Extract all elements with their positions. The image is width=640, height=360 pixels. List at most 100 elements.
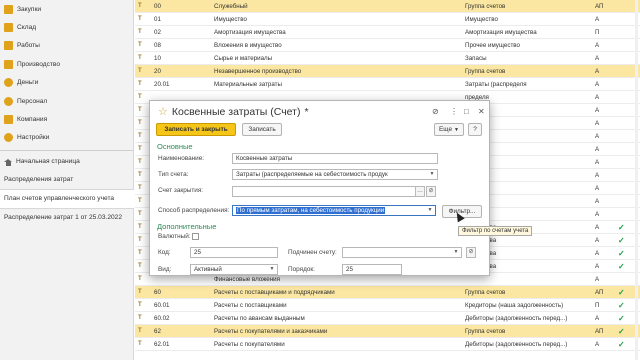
- account-icon: T: [138, 237, 142, 243]
- account-type: Дебиторы (задолженность перед...): [465, 314, 568, 322]
- account-ap: А: [595, 15, 600, 23]
- sidebar-item-label: Деньги: [17, 79, 39, 87]
- save-button[interactable]: Записать: [242, 123, 282, 136]
- table-row[interactable]: T 60.02 Расчеты по авансам выданным Дебитор…: [135, 312, 640, 325]
- link-icon[interactable]: ⊘: [432, 107, 439, 116]
- cart-icon: [4, 4, 13, 14]
- account-type-select[interactable]: Затраты (распределяемые на себестоимость…: [232, 169, 438, 180]
- account-type: Группа счетов: [465, 67, 506, 75]
- favorite-star-icon[interactable]: ☆: [158, 105, 168, 118]
- dialog-title-text: Косвенные затраты (Счет): [171, 105, 301, 118]
- sidebar-item-settings[interactable]: Настройки: [0, 129, 133, 147]
- tab-cost-distribution-doc[interactable]: Распределение затрат 1 от 25.03.2022: [0, 209, 133, 227]
- sidebar-item-warehouse[interactable]: Склад: [0, 18, 133, 36]
- account-icon: T: [138, 224, 142, 230]
- checkmark-icon: ✓: [618, 326, 625, 336]
- account-icon: T: [138, 107, 142, 113]
- help-button[interactable]: ?: [468, 123, 482, 136]
- table-row[interactable]: T 10 Сырье и материалы Запасы А: [135, 52, 640, 65]
- account-code: 60.01: [154, 301, 170, 309]
- account-icon: T: [138, 289, 142, 295]
- account-icon: T: [138, 55, 142, 61]
- code-field[interactable]: 25: [190, 247, 278, 258]
- table-row[interactable]: T 20 Незавершенное производство Группа счет…: [135, 65, 640, 78]
- close-icon[interactable]: ✕: [478, 107, 485, 116]
- account-ap: А: [595, 262, 600, 270]
- account-icon: T: [138, 302, 142, 308]
- table-row[interactable]: T 60.01 Расчеты с поставщиками Кредиторы (н…: [135, 299, 640, 312]
- account-ap: АП: [595, 288, 604, 296]
- account-ap: А: [595, 158, 600, 166]
- account-name: Сырье и материалы: [214, 54, 273, 62]
- account-ap: А: [595, 80, 600, 88]
- parent-account-select[interactable]: ▼: [342, 247, 462, 258]
- name-label: Наименование:: [158, 155, 205, 162]
- account-ap: А: [595, 132, 600, 140]
- account-ap: А: [595, 145, 600, 153]
- account-code: 20.01: [154, 80, 170, 88]
- sidebar: Закупки Склад Работы Производство Деньги…: [0, 0, 134, 360]
- table-row[interactable]: T 20.01 Материальные затраты Затраты (распр…: [135, 78, 640, 91]
- account-icon: T: [138, 146, 142, 152]
- account-name: Имущество: [214, 15, 247, 23]
- account-icon: T: [138, 120, 142, 126]
- section-main: Основные: [157, 142, 193, 151]
- account-name: Финансовые вложения: [214, 275, 280, 283]
- account-ap: А: [595, 340, 600, 348]
- closing-account-field[interactable]: [232, 186, 424, 197]
- currency-checkbox[interactable]: [192, 233, 199, 240]
- open-link-icon[interactable]: ⊘: [426, 186, 436, 197]
- sidebar-item-money[interactable]: Деньги: [0, 74, 133, 92]
- scrollbar[interactable]: [635, 0, 638, 360]
- account-ap: А: [595, 249, 600, 257]
- chevron-down-icon: ▼: [453, 249, 459, 255]
- account-name: Расчеты с покупателями: [214, 340, 285, 348]
- account-type: Группа счетов: [465, 327, 506, 335]
- save-and-close-button[interactable]: Записать и закрыть: [156, 123, 236, 136]
- table-row[interactable]: T 00 Служебный Группа счетов АП: [135, 0, 640, 13]
- chevron-down-icon: ▼: [427, 207, 433, 213]
- chevron-down-icon: ▼: [454, 126, 459, 133]
- select-dots-button[interactable]: …: [415, 186, 425, 197]
- account-ap: А: [595, 54, 600, 62]
- table-row[interactable]: T 62 Расчеты с покупателями и заказчиками Г…: [135, 325, 640, 338]
- account-code: 60.02: [154, 314, 170, 322]
- tab-label: Распределения затрат: [4, 176, 74, 184]
- distribution-method-select[interactable]: По прямым затратам, на себестоимость про…: [232, 205, 436, 216]
- tab-home[interactable]: Начальная страница: [0, 153, 133, 171]
- tab-chart-of-accounts[interactable]: План счетов управленческого учета: [0, 189, 134, 210]
- sidebar-item-label: Персонал: [17, 97, 48, 105]
- more-menu-icon[interactable]: ⋮: [450, 107, 458, 116]
- open-link-icon[interactable]: ⊘: [466, 247, 476, 258]
- table-row[interactable]: T 62.01 Расчеты с покупателями Дебиторы (за…: [135, 338, 640, 351]
- factory-icon: [4, 59, 13, 69]
- sidebar-item-production[interactable]: Производство: [0, 55, 133, 73]
- table-row[interactable]: T 60 Расчеты с поставщиками и подрядчиками…: [135, 286, 640, 299]
- account-ap: А: [595, 275, 600, 283]
- chevron-down-icon: ▼: [269, 266, 275, 272]
- more-button[interactable]: Еще ▼: [434, 123, 464, 136]
- sidebar-item-work[interactable]: Работы: [0, 37, 133, 55]
- home-icon: [4, 158, 12, 166]
- tab-cost-distributions[interactable]: Распределения затрат: [0, 171, 133, 189]
- sidebar-item-company[interactable]: Компания: [0, 110, 133, 128]
- account-icon: T: [138, 172, 142, 178]
- kind-select[interactable]: Активный ▼: [190, 264, 278, 275]
- table-row[interactable]: T 01 Имущество Имущество А: [135, 13, 640, 26]
- account-type: Прочее имущество: [465, 41, 520, 49]
- maximize-icon[interactable]: □: [464, 107, 469, 116]
- sidebar-item-purchases[interactable]: Закупки: [0, 0, 133, 18]
- account-name: Расчеты с покупателями и заказчиками: [214, 327, 328, 335]
- account-ap: А: [595, 41, 600, 49]
- tab-label: План счетов управленческого учета: [4, 195, 115, 203]
- table-row[interactable]: T 02 Амортизация имущества Амортизация имущ…: [135, 26, 640, 39]
- account-code: 01: [154, 15, 161, 23]
- account-ap: АП: [595, 327, 604, 335]
- name-field[interactable]: Косвенные затраты: [232, 153, 438, 164]
- account-type: Амортизация имущества: [465, 28, 537, 36]
- order-field[interactable]: 25: [342, 264, 402, 275]
- sidebar-item-label: Закупки: [17, 5, 42, 13]
- checkmark-icon: ✓: [618, 287, 625, 297]
- sidebar-item-personnel[interactable]: Персонал: [0, 92, 133, 110]
- table-row[interactable]: T 08 Вложения в имущество Прочее имущество А: [135, 39, 640, 52]
